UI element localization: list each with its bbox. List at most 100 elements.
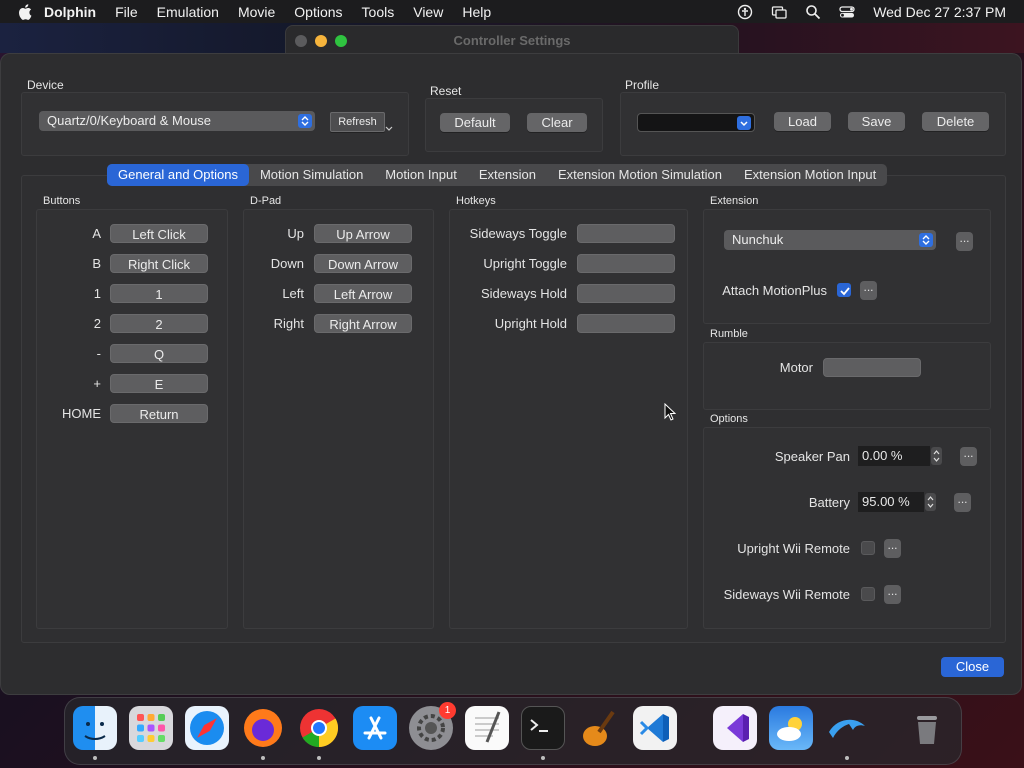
window-title: Controller Settings [453,33,571,48]
launchpad-icon[interactable] [129,706,173,750]
terminal-icon[interactable] [521,706,565,750]
hotkey-sideways-hold-mapping[interactable] [577,284,675,303]
extension-group-label: Extension [710,195,759,207]
app-store-icon[interactable] [353,706,397,750]
menu-help[interactable]: Help [462,4,491,20]
trash-icon[interactable] [905,706,949,750]
menu-app-name[interactable]: Dolphin [44,4,96,20]
stepper-icon[interactable] [925,493,936,511]
chevron-down-icon [737,116,751,130]
firefox-icon[interactable] [241,706,285,750]
accessibility-icon[interactable] [737,4,753,20]
sideways-more-button[interactable]: ... [884,585,901,604]
screen-mirroring-icon[interactable] [771,4,787,20]
close-button[interactable]: Close [941,657,1004,677]
stepper-icon[interactable] [931,447,942,465]
hotkey-upright-hold-label: Upright Hold [494,316,567,331]
battery-input[interactable]: 95.00 % [858,492,924,512]
speaker-pan-label: Speaker Pan [774,449,850,464]
button-b-label: B [92,256,101,271]
upright-more-button[interactable]: ... [884,539,901,558]
tab-extension[interactable]: Extension [468,164,547,186]
menu-options[interactable]: Options [294,4,342,20]
upright-wii-remote-label: Upright Wii Remote [737,541,850,556]
dpad-up-mapping[interactable]: Up Arrow [314,224,412,243]
dpad-left-mapping[interactable]: Left Arrow [314,284,412,303]
vscode-icon[interactable] [633,706,677,750]
chevron-updown-icon [298,114,312,128]
tab-extension-motion-simulation[interactable]: Extension Motion Simulation [547,164,733,186]
extension-more-button[interactable]: ... [956,232,973,251]
garageband-icon[interactable] [577,706,621,750]
chrome-icon[interactable] [297,706,341,750]
tab-motion-input[interactable]: Motion Input [374,164,468,186]
hotkey-sideways-toggle-mapping[interactable] [577,224,675,243]
tab-bar: General and Options Motion Simulation Mo… [107,164,888,186]
weather-icon[interactable] [769,706,813,750]
finder-icon[interactable] [73,706,117,750]
hotkey-upright-toggle-mapping[interactable] [577,254,675,273]
profile-select[interactable] [637,113,755,132]
dpad-right-mapping[interactable]: Right Arrow [314,314,412,333]
menu-movie[interactable]: Movie [238,4,275,20]
button-2-mapping[interactable]: 2 [110,314,208,333]
menu-clock[interactable]: Wed Dec 27 2:37 PM [873,4,1006,20]
battery-more-button[interactable]: ... [954,493,971,512]
delete-button[interactable]: Delete [922,112,989,131]
button-1-mapping[interactable]: 1 [110,284,208,303]
hotkey-upright-hold-mapping[interactable] [577,314,675,333]
sideways-wii-remote-checkbox[interactable] [861,587,875,601]
visual-studio-icon[interactable] [713,706,757,750]
buttons-group-label: Buttons [43,195,81,207]
dpad-up-label: Up [287,226,304,241]
menu-emulation[interactable]: Emulation [157,4,219,20]
motionplus-more-button[interactable]: ... [860,281,877,300]
rumble-group-label: Rumble [710,328,748,340]
apple-menu-icon[interactable] [18,3,32,20]
menu-bar: Dolphin File Emulation Movie Options Too… [0,0,1024,23]
control-center-icon[interactable] [839,4,855,20]
button-minus-mapping[interactable]: Q [110,344,208,363]
extension-select[interactable]: Nunchuk [724,230,936,250]
textedit-icon[interactable] [465,706,509,750]
speaker-pan-more-button[interactable]: ... [960,447,977,466]
refresh-button[interactable]: Refresh [330,112,385,132]
running-indicator [317,756,321,760]
dpad-down-mapping[interactable]: Down Arrow [314,254,412,273]
motor-mapping[interactable] [823,358,921,377]
menu-file[interactable]: File [115,4,138,20]
hotkey-sideways-hold-label: Sideways Hold [481,286,567,301]
menu-view[interactable]: View [413,4,443,20]
tab-general-and-options[interactable]: General and Options [107,164,249,186]
dpad-down-label: Down [270,256,304,271]
safari-icon[interactable] [185,706,229,750]
sideways-wii-remote-label: Sideways Wii Remote [723,587,850,602]
system-settings-icon[interactable]: 1 [409,702,456,750]
clear-button[interactable]: Clear [527,113,587,132]
button-a-mapping[interactable]: Left Click [110,224,208,243]
button-plus-mapping[interactable]: E [110,374,208,393]
profile-group-label: Profile [625,78,660,92]
reset-group-label: Reset [430,84,462,98]
attach-motionplus-checkbox[interactable] [837,283,851,297]
speaker-pan-input[interactable]: 0.00 % [858,446,930,466]
hotkeys-group-label: Hotkeys [456,195,496,207]
upright-wii-remote-checkbox[interactable] [861,541,875,555]
device-select-value: Quartz/0/Keyboard & Mouse [47,113,212,128]
spotlight-search-icon[interactable] [805,4,821,20]
dolphin-icon[interactable] [825,706,869,750]
load-button[interactable]: Load [774,112,831,131]
button-plus-label: + [93,376,101,391]
battery-label: Battery [808,495,850,510]
button-b-mapping[interactable]: Right Click [110,254,208,273]
device-select[interactable]: Quartz/0/Keyboard & Mouse [39,111,315,131]
dpad-right-label: Right [273,316,304,331]
tab-motion-simulation[interactable]: Motion Simulation [249,164,374,186]
tab-extension-motion-input[interactable]: Extension Motion Input [733,164,887,186]
menu-tools[interactable]: Tools [362,4,395,20]
default-button[interactable]: Default [440,113,510,132]
save-button[interactable]: Save [848,112,905,131]
checkmark-icon [840,287,850,296]
button-home-mapping[interactable]: Return [110,404,208,423]
dock: 1 [64,697,962,765]
